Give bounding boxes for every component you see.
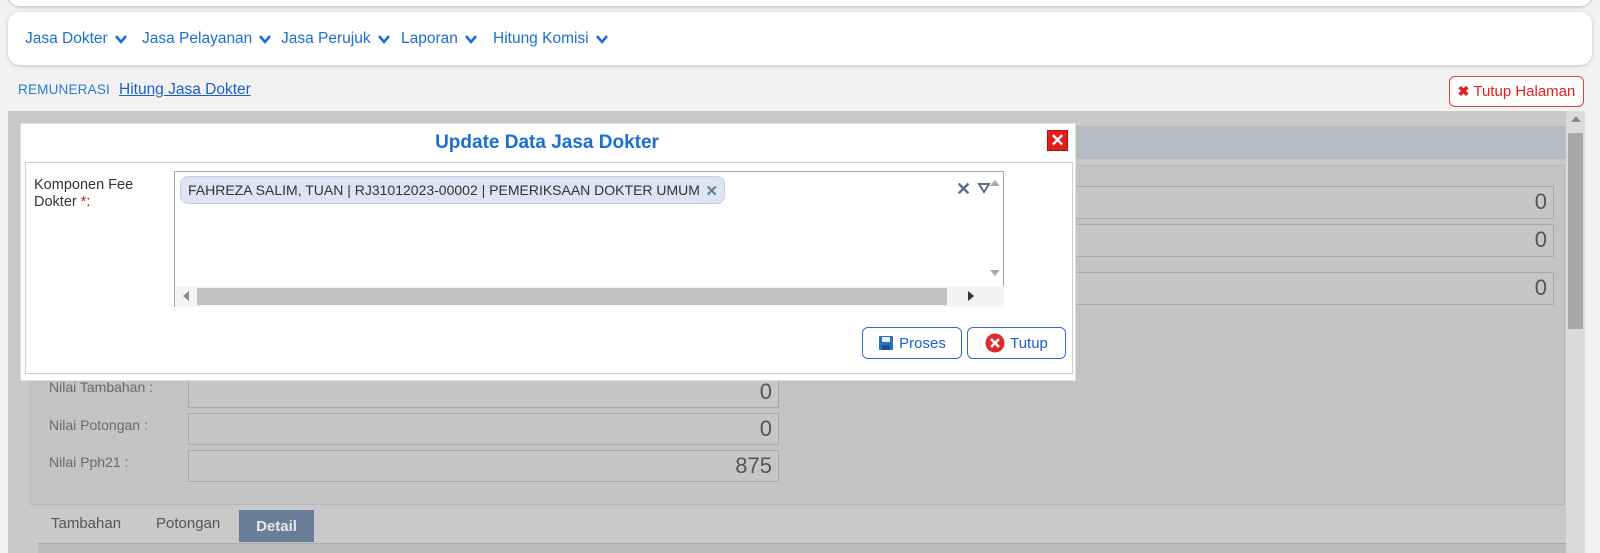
detail-panel xyxy=(38,543,1566,553)
summary-field: 0 xyxy=(1060,186,1554,219)
menu-jasa-pelayanan[interactable]: Jasa Pelayanan xyxy=(142,27,272,51)
close-icon: ✕ xyxy=(1050,131,1065,150)
dialog-close-button[interactable]: ✕ xyxy=(1047,130,1068,151)
breadcrumb-root[interactable]: REMUNERASI xyxy=(18,82,110,97)
chevron-down-icon xyxy=(595,35,608,45)
label-nilai-tambahan: Nilai Tambahan : xyxy=(49,379,154,395)
panel-header xyxy=(1060,126,1566,159)
tab-detail: Detail xyxy=(239,510,314,542)
close-circle-icon xyxy=(985,333,1005,353)
komponen-fee-label: Komponen Fee Dokter *: xyxy=(34,177,134,210)
close-page-button[interactable]: ✖ Tutup Halaman xyxy=(1449,76,1584,107)
close-page-label: Tutup Halaman xyxy=(1473,83,1576,100)
scroll-thumb[interactable] xyxy=(197,288,947,305)
scroll-up-icon[interactable] xyxy=(990,180,1000,186)
menu-label: Jasa Dokter xyxy=(25,30,108,47)
scroll-right-icon[interactable] xyxy=(968,291,974,301)
tutup-button[interactable]: Tutup xyxy=(967,327,1066,359)
selected-tag-label: FAHREZA SALIM, TUAN | RJ31012023-00002 |… xyxy=(188,182,700,198)
menu-jasa-perujuk[interactable]: Jasa Perujuk xyxy=(281,27,391,51)
close-icon: ✖ xyxy=(1457,83,1470,99)
scroll-up-icon[interactable] xyxy=(1571,116,1581,122)
komponen-fee-multiselect[interactable]: FAHREZA SALIM, TUAN | RJ31012023-00002 |… xyxy=(174,171,1004,307)
menu-laporan[interactable]: Laporan xyxy=(401,27,478,51)
clear-all-icon[interactable]: ✕ xyxy=(956,180,971,198)
dialog-body: Komponen Fee Dokter *: FAHREZA SALIM, TU… xyxy=(25,162,1073,374)
menu-jasa-dokter[interactable]: Jasa Dokter xyxy=(25,27,128,51)
summary-field: 0 xyxy=(1060,224,1554,257)
top-menu-bar: Jasa Dokter Jasa Pelayanan Jasa Perujuk … xyxy=(8,12,1592,65)
proses-button[interactable]: Proses xyxy=(862,327,962,359)
nilai-potongan-field: 0 xyxy=(188,413,779,445)
scroll-down-icon[interactable] xyxy=(990,270,1000,276)
label-nilai-potongan: Nilai Potongan : xyxy=(49,417,148,433)
page-scrollbar[interactable] xyxy=(1566,111,1585,553)
label-nilai-pph21: Nilai Pph21 : xyxy=(49,454,129,470)
top-card xyxy=(8,0,1592,6)
chevron-down-icon xyxy=(259,35,272,45)
chevron-down-icon xyxy=(464,35,477,45)
proses-label: Proses xyxy=(899,334,946,352)
chevron-down-icon xyxy=(377,35,390,45)
dialog-title: Update Data Jasa Dokter xyxy=(435,132,659,153)
menu-label: Laporan xyxy=(401,30,458,47)
summary-field: 0 xyxy=(1060,272,1554,305)
nilai-pph21-field: 875 xyxy=(188,450,779,482)
menu-label: Hitung Komisi xyxy=(493,30,589,47)
selected-tag: FAHREZA SALIM, TUAN | RJ31012023-00002 |… xyxy=(180,176,725,204)
chevron-down-icon xyxy=(114,35,127,45)
multiselect-horizontal-scrollbar[interactable] xyxy=(175,286,1004,307)
scroll-left-icon[interactable] xyxy=(183,291,189,301)
tab-potongan: Potongan xyxy=(156,515,221,532)
breadcrumb-current[interactable]: Hitung Jasa Dokter xyxy=(119,81,251,99)
menu-hitung-komisi[interactable]: Hitung Komisi xyxy=(493,27,609,51)
multiselect-vertical-scrollbar[interactable] xyxy=(985,172,1004,286)
menu-label: Jasa Perujuk xyxy=(281,30,371,47)
scroll-thumb[interactable] xyxy=(1568,133,1583,329)
remove-tag-icon[interactable]: ✕ xyxy=(705,182,718,200)
save-icon xyxy=(878,335,894,351)
tab-tambahan: Tambahan xyxy=(51,515,122,532)
tutup-label: Tutup xyxy=(1010,334,1048,352)
menu-label: Jasa Pelayanan xyxy=(142,30,253,47)
update-jasa-dokter-dialog: Update Data Jasa Dokter ✕ Komponen Fee D… xyxy=(20,123,1076,381)
